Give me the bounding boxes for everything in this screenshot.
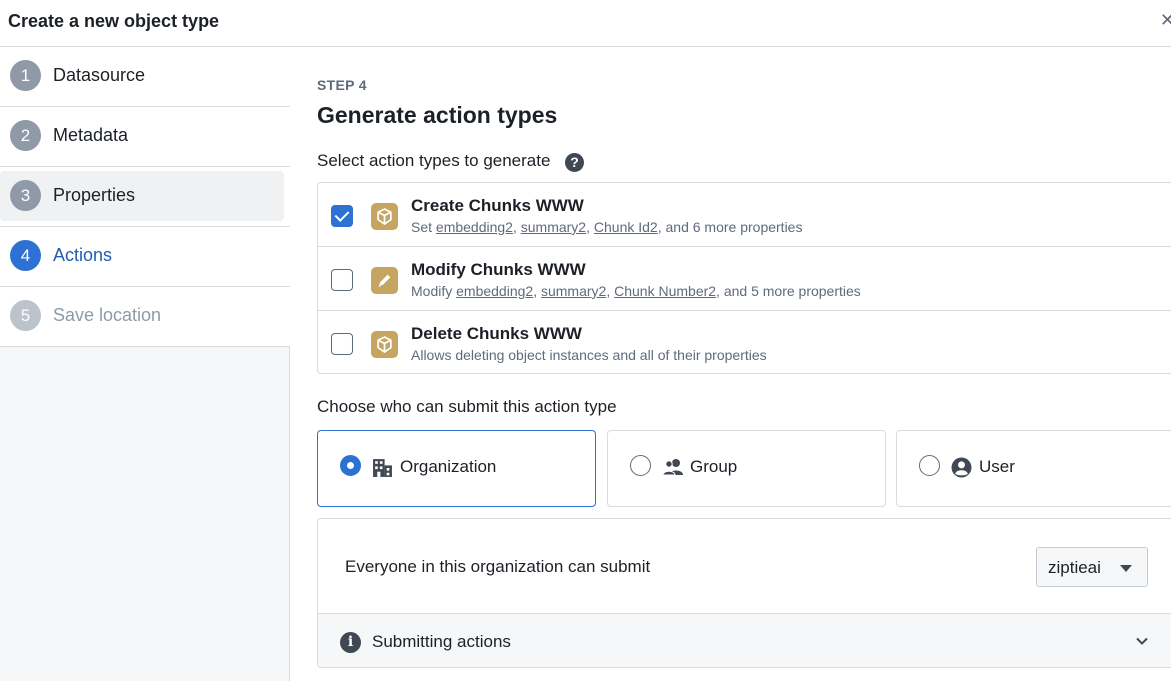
steps-sidebar: 1 Datasource 2 Metadata 3 Properties 4 A… xyxy=(0,47,290,681)
submit-permissions-panel: Everyone in this organization can submit… xyxy=(317,518,1171,668)
cube-icon xyxy=(371,203,398,230)
step-datasource[interactable]: 1 Datasource xyxy=(0,47,290,107)
step-label: Properties xyxy=(53,185,136,205)
help-icon[interactable]: ? xyxy=(565,153,584,172)
step-kicker: STEP 4 xyxy=(317,77,367,93)
submitter-user-card[interactable]: User xyxy=(896,430,1171,507)
action-title: Delete Chunks WWW xyxy=(411,324,582,343)
submitter-label: User xyxy=(979,457,1015,476)
step-number: 2 xyxy=(10,120,41,151)
delete-action-checkbox[interactable] xyxy=(331,333,353,355)
building-icon xyxy=(372,457,393,483)
cube-icon xyxy=(371,331,398,358)
people-icon xyxy=(662,457,684,482)
step-number: 3 xyxy=(10,180,41,211)
step-label: Actions xyxy=(53,245,113,265)
close-icon[interactable]: ✕ xyxy=(1160,10,1171,31)
step-save-location: 5 Save location xyxy=(0,287,290,347)
step-number: 4 xyxy=(10,240,41,271)
submitter-group-card[interactable]: Group xyxy=(607,430,886,507)
action-row-create[interactable]: Create Chunks WWW Set embedding2, summar… xyxy=(318,183,1171,247)
everyone-can-submit-text: Everyone in this organization can submit xyxy=(345,557,651,576)
step-label: Metadata xyxy=(53,125,129,145)
group-radio[interactable] xyxy=(630,455,651,476)
action-description: Set embedding2, summary2, Chunk Id2, and… xyxy=(411,219,803,235)
organization-select[interactable]: ziptieai xyxy=(1036,547,1148,587)
info-icon: i xyxy=(340,632,361,653)
step-actions[interactable]: 4 Actions xyxy=(0,227,290,287)
property-link[interactable]: summary2 xyxy=(541,283,606,299)
property-link[interactable]: embedding2 xyxy=(456,283,533,299)
action-row-modify[interactable]: Modify Chunks WWW Modify embedding2, sum… xyxy=(318,247,1171,311)
dialog-header: Create a new object type ✕ xyxy=(0,0,1171,47)
chevron-down-icon[interactable] xyxy=(1134,633,1150,649)
dialog-title: Create a new object type xyxy=(8,11,220,31)
submitting-actions-section[interactable]: i Submitting actions xyxy=(318,613,1171,667)
step-label: Datasource xyxy=(53,65,146,85)
user-radio[interactable] xyxy=(919,455,940,476)
page-title: Generate action types xyxy=(317,102,558,128)
create-action-checkbox[interactable] xyxy=(331,205,353,227)
caret-down-icon xyxy=(1120,565,1132,572)
property-link[interactable]: embedding2 xyxy=(436,219,513,235)
action-description: Allows deleting object instances and all… xyxy=(411,347,767,363)
organization-radio[interactable] xyxy=(340,455,361,476)
action-row-delete[interactable]: Delete Chunks WWW Allows deleting object… xyxy=(318,311,1171,375)
step-properties[interactable]: 3 Properties xyxy=(0,167,290,227)
step-metadata[interactable]: 2 Metadata xyxy=(0,107,290,167)
step-number: 1 xyxy=(10,60,41,91)
submitter-organization-card[interactable]: Organization xyxy=(317,430,596,507)
organization-select-value: ziptieai xyxy=(1048,558,1101,577)
property-link[interactable]: Chunk Number2 xyxy=(614,283,716,299)
select-action-types-label: Select action types to generate xyxy=(317,151,551,170)
action-title: Create Chunks WWW xyxy=(411,196,584,215)
user-icon xyxy=(951,457,972,483)
submitter-label: Organization xyxy=(400,457,497,476)
main-content: STEP 4 Generate action types Select acti… xyxy=(317,47,1171,681)
submitting-actions-label: Submitting actions xyxy=(372,632,511,651)
action-description: Modify embedding2, summary2, Chunk Numbe… xyxy=(411,283,861,299)
property-link[interactable]: Chunk Id2 xyxy=(594,219,658,235)
step-label: Save location xyxy=(53,305,162,325)
action-title: Modify Chunks WWW xyxy=(411,260,586,279)
submitter-label: Group xyxy=(690,457,738,476)
action-type-list: Create Chunks WWW Set embedding2, summar… xyxy=(317,182,1171,374)
pencil-icon xyxy=(371,267,398,294)
choose-submitter-label: Choose who can submit this action type xyxy=(317,397,617,416)
step-number: 5 xyxy=(10,300,41,331)
modify-action-checkbox[interactable] xyxy=(331,269,353,291)
property-link[interactable]: summary2 xyxy=(521,219,586,235)
